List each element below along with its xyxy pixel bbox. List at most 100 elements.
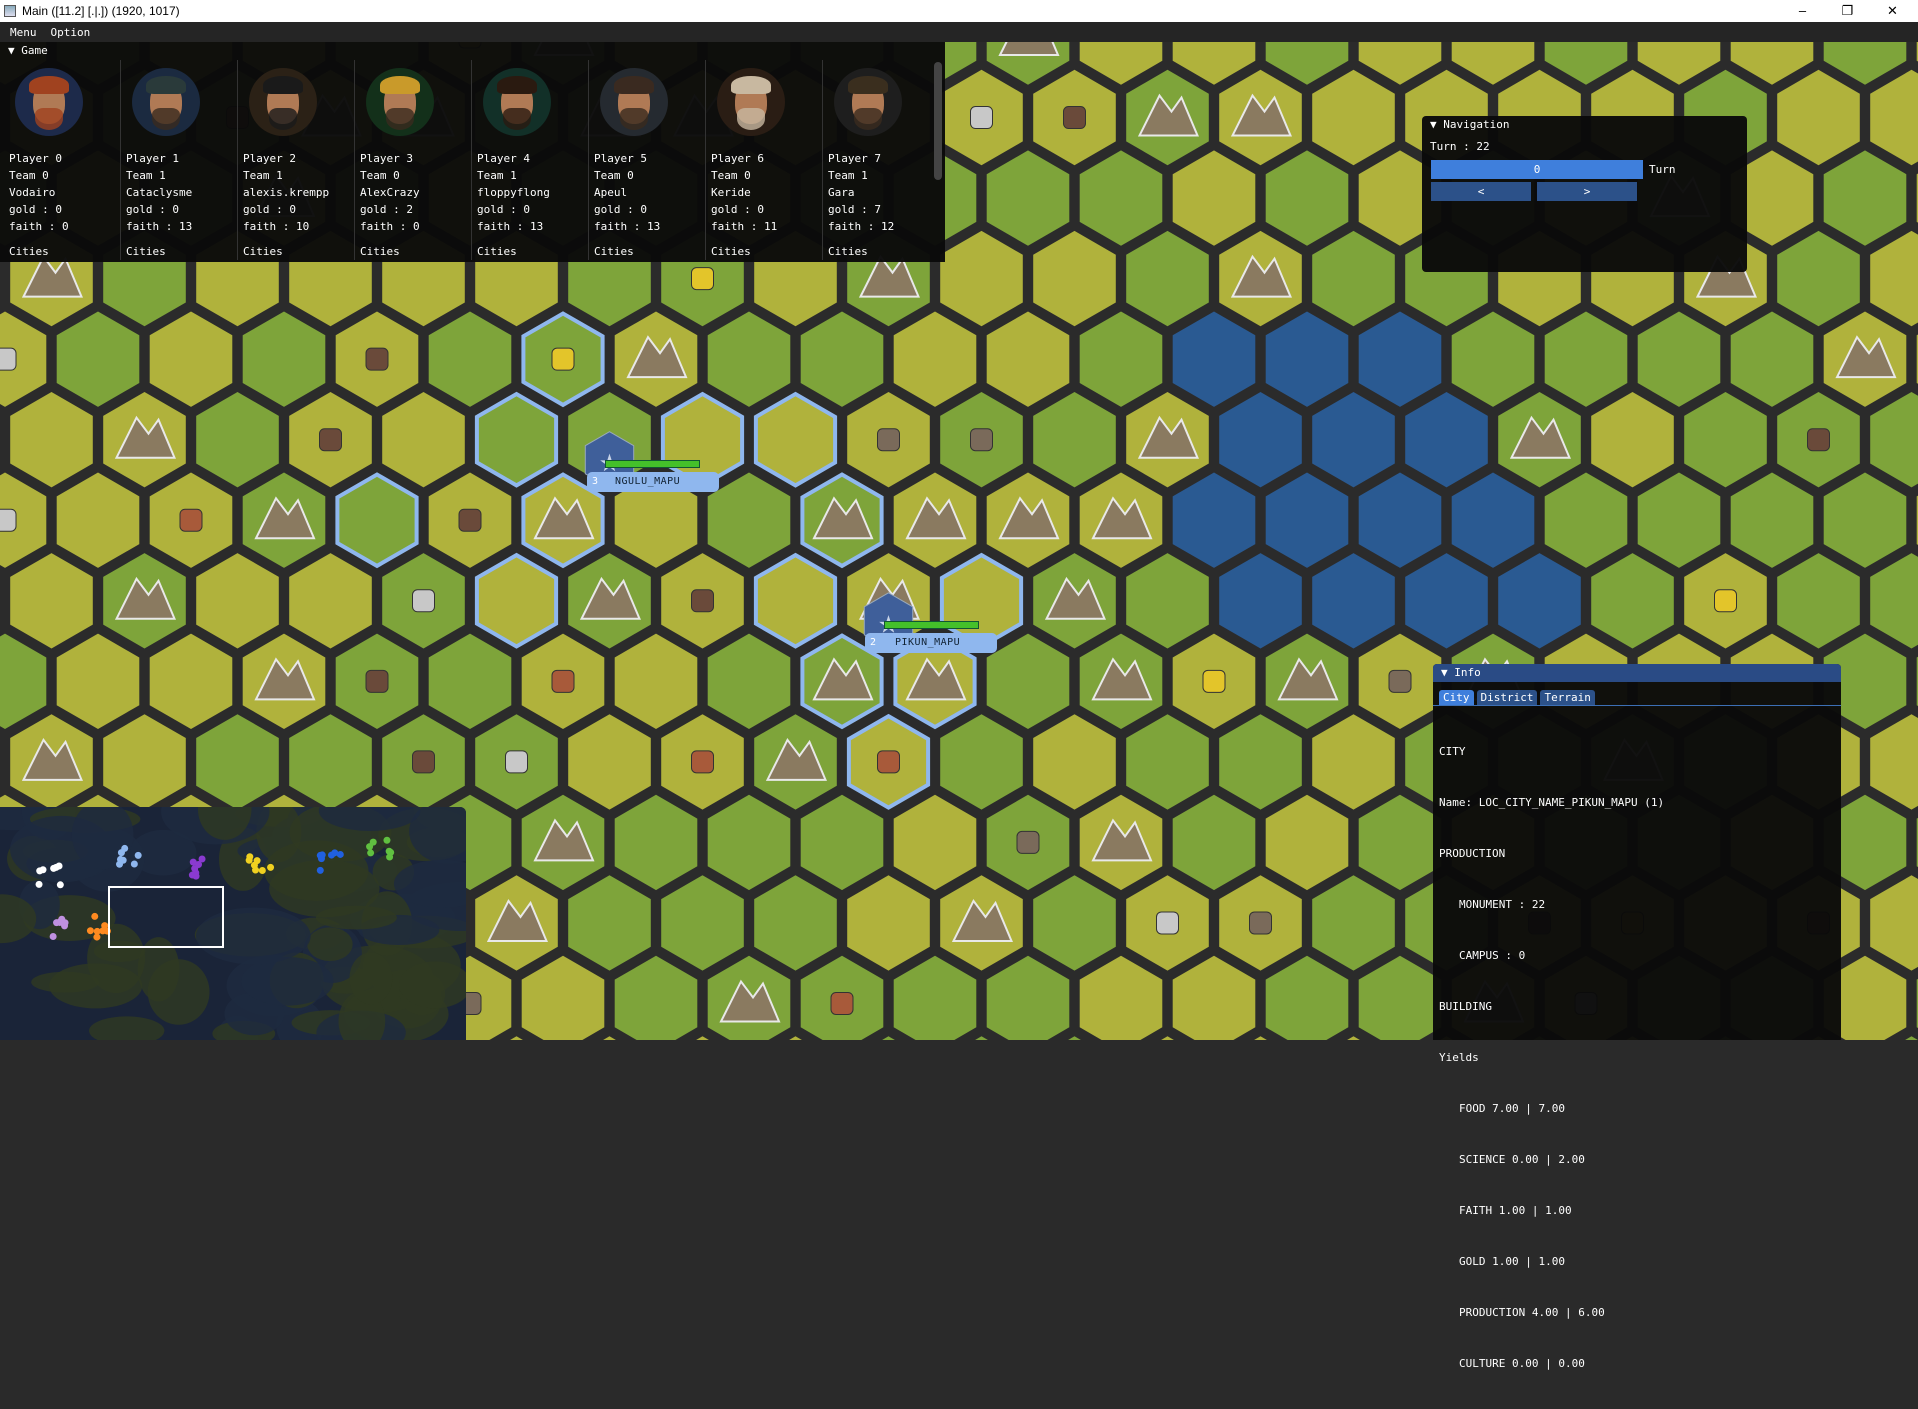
land-tile[interactable] xyxy=(1451,311,1535,407)
menu-option[interactable]: Option xyxy=(51,26,91,39)
land-tile[interactable] xyxy=(1172,150,1256,246)
land-tile[interactable] xyxy=(754,392,837,488)
info-header[interactable]: ▼ Info xyxy=(1433,664,1841,682)
land-tile[interactable] xyxy=(428,311,512,407)
land-tile[interactable] xyxy=(1033,714,1116,810)
land-tile[interactable] xyxy=(800,311,884,407)
land-tile[interactable] xyxy=(1870,875,1918,971)
water-tile[interactable] xyxy=(1219,553,1302,649)
tab-terrain[interactable]: Terrain xyxy=(1540,690,1595,705)
water-tile[interactable] xyxy=(1265,472,1349,568)
land-tile[interactable] xyxy=(940,230,1023,327)
land-tile[interactable] xyxy=(1172,794,1256,891)
land-tile[interactable] xyxy=(1126,230,1209,327)
land-tile[interactable] xyxy=(940,714,1023,810)
land-tile[interactable] xyxy=(1079,311,1163,407)
land-tile[interactable] xyxy=(1265,150,1349,246)
land-tile[interactable] xyxy=(1312,875,1395,971)
land-tile[interactable] xyxy=(1033,230,1116,327)
water-tile[interactable] xyxy=(1498,553,1581,649)
land-tile[interactable] xyxy=(289,553,372,649)
land-tile[interactable] xyxy=(1358,42,1442,85)
maximize-button[interactable]: ❐ xyxy=(1825,0,1870,22)
land-tile[interactable] xyxy=(893,955,977,1040)
land-tile[interactable] xyxy=(1312,69,1395,166)
water-tile[interactable] xyxy=(1451,472,1535,568)
tab-city[interactable]: City xyxy=(1439,690,1474,705)
water-tile[interactable] xyxy=(1172,472,1256,568)
land-tile[interactable] xyxy=(754,875,837,971)
land-tile[interactable] xyxy=(196,553,279,649)
land-tile[interactable] xyxy=(1079,955,1163,1040)
land-tile[interactable] xyxy=(754,553,837,649)
land-tile[interactable] xyxy=(568,875,651,971)
land-tile[interactable] xyxy=(103,714,186,810)
land-tile[interactable] xyxy=(1126,553,1209,649)
next-turn-button[interactable]: > xyxy=(1537,182,1637,201)
land-tile[interactable] xyxy=(10,553,93,649)
land-tile[interactable] xyxy=(1033,392,1116,488)
land-tile[interactable] xyxy=(1870,69,1918,166)
land-tile[interactable] xyxy=(707,311,791,407)
land-tile[interactable] xyxy=(1544,472,1628,568)
land-tile[interactable] xyxy=(1591,392,1674,488)
previous-turn-button[interactable]: < xyxy=(1431,182,1531,201)
water-tile[interactable] xyxy=(1172,311,1256,407)
land-tile[interactable] xyxy=(707,472,791,568)
water-tile[interactable] xyxy=(1358,311,1442,407)
land-tile[interactable] xyxy=(1265,42,1349,85)
land-tile[interactable] xyxy=(1870,553,1918,649)
land-tile[interactable] xyxy=(1079,42,1163,85)
land-tile[interactable] xyxy=(1172,42,1256,85)
land-tile[interactable] xyxy=(1358,955,1442,1040)
game-panel-header[interactable]: ▼ Game xyxy=(0,42,945,60)
water-tile[interactable] xyxy=(1265,311,1349,407)
land-tile[interactable] xyxy=(1265,794,1349,891)
land-tile[interactable] xyxy=(1544,311,1628,407)
land-tile[interactable] xyxy=(196,714,279,810)
land-tile[interactable] xyxy=(1777,230,1860,327)
land-tile[interactable] xyxy=(428,633,512,729)
land-tile[interactable] xyxy=(475,553,558,649)
land-tile[interactable] xyxy=(986,955,1070,1040)
land-tile[interactable] xyxy=(475,392,558,488)
close-button[interactable]: ✕ xyxy=(1870,0,1915,22)
land-tile[interactable] xyxy=(986,150,1070,246)
land-tile[interactable] xyxy=(1870,392,1918,488)
land-tile[interactable] xyxy=(1358,794,1442,891)
navigation-header[interactable]: ▼ Navigation xyxy=(1422,116,1747,134)
land-tile[interactable] xyxy=(1451,42,1535,85)
water-tile[interactable] xyxy=(1312,392,1395,488)
land-tile[interactable] xyxy=(196,392,279,488)
land-tile[interactable] xyxy=(1544,42,1628,85)
water-tile[interactable] xyxy=(1405,392,1488,488)
land-tile[interactable] xyxy=(986,633,1070,729)
land-tile[interactable] xyxy=(382,392,465,488)
tab-district[interactable]: District xyxy=(1476,690,1538,705)
land-tile[interactable] xyxy=(1823,42,1907,85)
land-tile[interactable] xyxy=(1312,714,1395,810)
land-tile[interactable] xyxy=(521,955,605,1040)
water-tile[interactable] xyxy=(1219,392,1302,488)
land-tile[interactable] xyxy=(1172,955,1256,1040)
land-tile[interactable] xyxy=(335,472,419,568)
land-tile[interactable] xyxy=(1823,472,1907,568)
land-tile[interactable] xyxy=(289,714,372,810)
land-tile[interactable] xyxy=(1637,311,1721,407)
land-tile[interactable] xyxy=(1730,42,1814,85)
land-tile[interactable] xyxy=(661,875,744,971)
minimize-button[interactable]: – xyxy=(1780,0,1825,22)
city-label-pikun-mapu[interactable]: 2 PIKUN_MAPU xyxy=(865,633,997,653)
land-tile[interactable] xyxy=(614,633,698,729)
land-tile[interactable] xyxy=(1684,392,1767,488)
minimap-canvas[interactable] xyxy=(0,807,466,1040)
turn-slider[interactable]: 0 xyxy=(1431,160,1643,179)
land-tile[interactable] xyxy=(1637,472,1721,568)
water-tile[interactable] xyxy=(1405,553,1488,649)
city-label-ngulu-mapu[interactable]: 3 NGULU_MAPU xyxy=(587,472,719,492)
land-tile[interactable] xyxy=(614,794,698,891)
land-tile[interactable] xyxy=(1312,230,1395,327)
land-tile[interactable] xyxy=(614,955,698,1040)
land-tile[interactable] xyxy=(707,633,791,729)
land-tile[interactable] xyxy=(1823,150,1907,246)
